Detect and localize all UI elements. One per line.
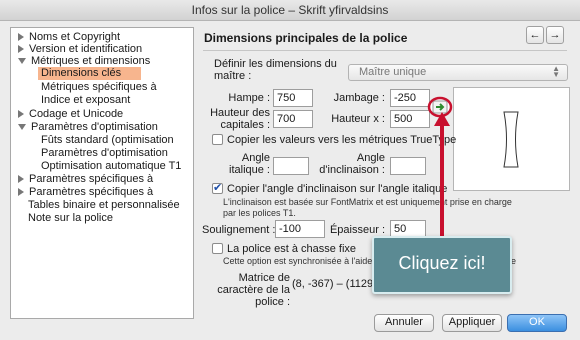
copy-truetype-label: Copier les valeurs vers les métriques Tr… (227, 134, 457, 146)
fixed-pitch-note: Cette option est synchronisée à l'aide d (223, 256, 380, 266)
slant-angle-field[interactable] (390, 157, 426, 175)
arrow-left-icon: ← (529, 29, 541, 41)
tree-item-specific-params-1[interactable]: Paramètres spécifiques à (18, 173, 153, 186)
tree-item-encoding[interactable]: Codage et Unicode (18, 108, 123, 121)
tree-item-specific-metrics[interactable]: Métriques spécifiques à (41, 81, 157, 94)
pointer-arrow-head (434, 112, 450, 126)
fixed-pitch-label: La police est à chasse fixe (227, 243, 357, 255)
ascender-label: Hampe : (228, 92, 270, 104)
copy-angle-note: L'inclinaison est basée sur FontMatrix e… (223, 197, 512, 218)
tree-item-autohint-t1[interactable]: Optimisation automatique T1 (41, 160, 181, 173)
tree-item-subscript[interactable]: Indice et exposant (41, 94, 130, 107)
italic-angle-label: Angle italique : (229, 152, 270, 176)
header-divider (203, 50, 567, 51)
underline-label: Soulignement : (202, 224, 276, 236)
previous-page-button[interactable]: ← (526, 26, 544, 44)
glyph-preview (453, 87, 570, 191)
click-here-callout: Cliquez ici! (372, 236, 512, 294)
disclosure-arrow-down-icon[interactable] (18, 58, 26, 65)
fixed-pitch-checkbox[interactable] (212, 243, 223, 254)
tree-item-binary-tables[interactable]: Tables binaire et personnalisée (28, 199, 180, 212)
next-page-button[interactable]: → (546, 26, 564, 44)
disclosure-arrow-down-icon[interactable] (18, 124, 26, 131)
thickness-label: Épaisseur : (329, 224, 385, 236)
tree-item-hinting[interactable]: Paramètres d'optimisation (18, 121, 158, 134)
copy-angle-checkbox[interactable] (212, 181, 223, 194)
define-dimensions-label: Définir les dimensions du maître : (214, 58, 337, 82)
disclosure-arrow-icon[interactable] (18, 33, 24, 42)
apply-button[interactable]: Appliquer (442, 314, 502, 332)
glyph-preview-canvas (503, 111, 519, 168)
master-select[interactable]: Maître unique ▲ ▼ (348, 64, 568, 81)
tree-item-key-dimensions[interactable]: Dimensions clés (38, 67, 141, 80)
window-title: Infos sur la police – Skrift yfirvaldsin… (0, 0, 580, 21)
descender-label: Jambage : (333, 92, 385, 104)
pointer-arrow (434, 112, 450, 238)
arrow-right-icon: → (549, 29, 561, 41)
glyph-outline (503, 111, 519, 168)
disclosure-arrow-icon[interactable] (18, 175, 24, 184)
disclosure-arrow-icon[interactable] (18, 45, 24, 54)
x-height-label: Hauteur x : (331, 113, 385, 125)
copy-truetype-checkbox[interactable] (212, 134, 223, 145)
underline-field[interactable]: -100 (275, 220, 325, 238)
cancel-button[interactable]: Annuler (374, 314, 434, 332)
copy-angle-label: Copier l'angle d'inclinaison sur l'angle… (227, 183, 448, 195)
italic-angle-field[interactable] (273, 157, 309, 175)
descender-field[interactable]: -250 (390, 89, 430, 107)
cap-height-field[interactable]: 700 (273, 110, 313, 128)
slant-angle-label: Angle d'inclinaison : (319, 152, 385, 176)
font-matrix-label: Matrice de caractère de la police : (217, 272, 290, 308)
cap-height-label: Hauteur des capitales : (210, 107, 270, 131)
tree-item-standard-stems[interactable]: Fûts standard (optimisation (41, 134, 174, 147)
tree-item-hinting-params[interactable]: Paramètres d'optimisation (41, 147, 168, 160)
tree-item-font-note[interactable]: Note sur la police (28, 212, 113, 225)
select-arrows-icon: ▲ ▼ (552, 64, 560, 79)
panel-title: Dimensions principales de la police (204, 31, 408, 45)
ascender-field[interactable]: 750 (273, 89, 313, 107)
x-height-field[interactable]: 500 (390, 110, 430, 128)
tree-item-specific-params-2[interactable]: Paramètres spécifiques à (18, 186, 153, 199)
ok-button[interactable]: OK (507, 314, 567, 332)
disclosure-arrow-icon[interactable] (18, 110, 24, 119)
category-tree[interactable]: Noms et Copyright Version et identificat… (10, 27, 194, 319)
disclosure-arrow-icon[interactable] (18, 188, 24, 197)
